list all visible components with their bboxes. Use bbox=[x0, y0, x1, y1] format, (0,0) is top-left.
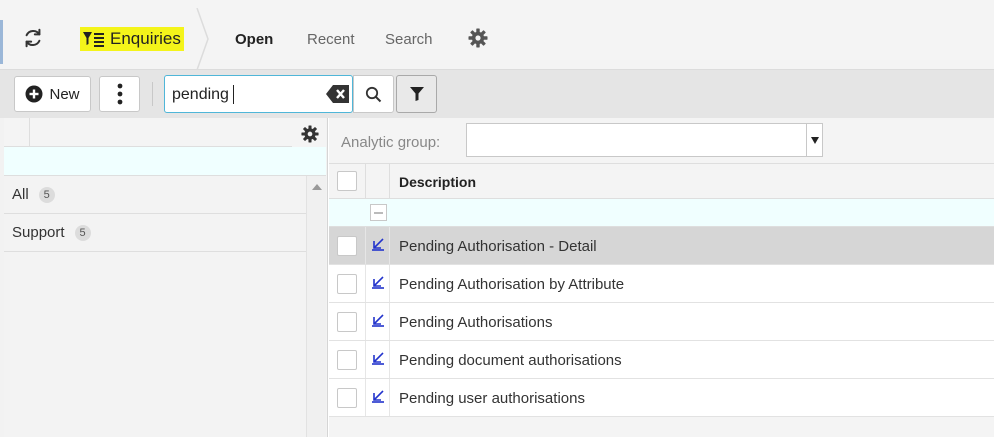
drill-arrow-icon[interactable] bbox=[371, 389, 385, 403]
category-item-all[interactable]: All 5 bbox=[4, 176, 306, 214]
plus-circle-icon bbox=[25, 85, 43, 103]
grid-filter-row[interactable] bbox=[329, 199, 994, 227]
new-button[interactable]: New bbox=[14, 76, 91, 112]
tab-open[interactable]: Open bbox=[235, 31, 273, 48]
enquiries-label: Enquiries bbox=[110, 29, 181, 48]
drill-arrow-icon[interactable] bbox=[371, 237, 385, 251]
text-caret bbox=[233, 85, 234, 104]
top-navigation-bar: Enquiries Open Recent Search bbox=[0, 0, 994, 70]
toolbar: New bbox=[0, 70, 994, 118]
toolbar-separator bbox=[152, 82, 153, 106]
count-badge: 5 bbox=[74, 224, 91, 241]
new-button-label: New bbox=[49, 85, 80, 103]
category-list: All 5 Support 5 bbox=[4, 176, 306, 437]
filter-button[interactable] bbox=[396, 75, 437, 113]
row-checkbox[interactable] bbox=[337, 350, 357, 370]
category-label: Support bbox=[12, 224, 65, 241]
tab-search[interactable]: Search bbox=[385, 31, 433, 48]
row-description: Pending Authorisation by Attribute bbox=[399, 276, 625, 293]
category-filter-row[interactable] bbox=[4, 147, 326, 176]
collapse-minus-icon[interactable] bbox=[370, 204, 387, 221]
enquiries-module-button[interactable]: Enquiries bbox=[80, 27, 184, 51]
row-select-cell bbox=[329, 227, 366, 264]
gear-icon[interactable] bbox=[301, 125, 319, 143]
search-input[interactable] bbox=[172, 85, 322, 105]
table-row[interactable]: Pending Authorisation by Attribute bbox=[329, 265, 994, 303]
left-edge-accent bbox=[0, 20, 3, 64]
row-description: Pending Authorisation - Detail bbox=[399, 238, 597, 255]
gear-icon[interactable] bbox=[468, 28, 488, 48]
row-description: Pending Authorisations bbox=[399, 314, 553, 331]
row-select-cell bbox=[329, 303, 366, 340]
drill-arrow-icon[interactable] bbox=[371, 275, 385, 289]
description-column-header[interactable]: Description bbox=[399, 174, 476, 190]
scroll-up-arrow-icon[interactable] bbox=[312, 184, 322, 190]
tab-recent[interactable]: Recent bbox=[307, 31, 355, 48]
table-row[interactable]: Pending document authorisations bbox=[329, 341, 994, 379]
row-description: Pending document authorisations bbox=[399, 352, 622, 369]
search-button[interactable] bbox=[353, 75, 394, 113]
select-column-header bbox=[329, 164, 366, 198]
backspace-icon[interactable] bbox=[326, 84, 350, 104]
vertical-dots-icon bbox=[117, 83, 122, 105]
filter-list-icon bbox=[83, 32, 104, 47]
grid-header: Description bbox=[329, 163, 994, 199]
row-select-cell bbox=[329, 341, 366, 378]
more-options-button[interactable] bbox=[99, 76, 140, 112]
count-badge: 5 bbox=[38, 186, 55, 203]
analytic-group-bar: Analytic group: bbox=[329, 118, 994, 163]
row-select-cell bbox=[329, 379, 366, 416]
category-scrollbar[interactable] bbox=[306, 176, 326, 437]
category-panel-header bbox=[4, 118, 326, 147]
icon-column-header bbox=[366, 164, 390, 198]
row-checkbox[interactable] bbox=[337, 388, 357, 408]
analytic-group-label: Analytic group: bbox=[341, 134, 441, 151]
select-all-checkbox[interactable] bbox=[337, 171, 357, 191]
table-row[interactable]: Pending Authorisations bbox=[329, 303, 994, 341]
grid-empty-area bbox=[329, 417, 994, 437]
breadcrumb-chevron bbox=[196, 8, 209, 70]
magnifier-icon bbox=[365, 86, 382, 102]
category-label: All bbox=[12, 186, 29, 203]
analytic-group-select[interactable] bbox=[466, 123, 823, 157]
category-header-cell bbox=[4, 118, 30, 147]
category-item-support[interactable]: Support 5 bbox=[4, 214, 306, 252]
category-panel: All 5 Support 5 bbox=[0, 118, 328, 437]
refresh-icon[interactable] bbox=[22, 27, 44, 49]
drill-arrow-icon[interactable] bbox=[371, 313, 385, 327]
row-description: Pending user authorisations bbox=[399, 390, 585, 407]
enquiry-grid-panel: Analytic group: Description Pending Auth… bbox=[329, 118, 994, 437]
row-checkbox[interactable] bbox=[337, 236, 357, 256]
table-row[interactable]: Pending Authorisation - Detail bbox=[329, 227, 994, 265]
row-checkbox[interactable] bbox=[337, 312, 357, 332]
dropdown-arrow-icon[interactable] bbox=[806, 124, 822, 156]
table-row[interactable]: Pending user authorisations bbox=[329, 379, 994, 417]
row-checkbox[interactable] bbox=[337, 274, 357, 294]
drill-arrow-icon[interactable] bbox=[371, 351, 385, 365]
search-box bbox=[164, 75, 353, 113]
funnel-icon bbox=[409, 87, 424, 101]
row-select-cell bbox=[329, 265, 366, 302]
